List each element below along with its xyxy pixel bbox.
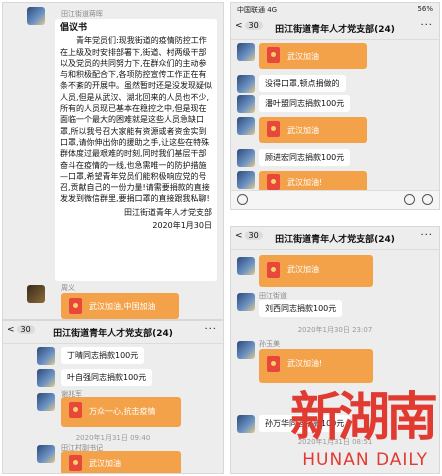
watermark-logo: 新湖南: [289, 387, 438, 448]
red-envelope-icon: [69, 455, 82, 471]
red-envelope-icon: [267, 47, 280, 63]
red-packet-text: 武汉加油!: [287, 178, 323, 187]
red-packet-text: 武汉加油!: [287, 359, 323, 368]
more-icon[interactable]: ···: [420, 230, 433, 241]
emoji-icon[interactable]: [404, 194, 415, 205]
chat-header: <30 田江街道青年人才党支部(24) ···: [3, 321, 223, 344]
red-packet-text: 武汉加油: [287, 265, 319, 274]
avatar[interactable]: [27, 7, 45, 25]
plus-icon[interactable]: [422, 194, 433, 205]
sender-name: 田江街道蒋晖: [61, 10, 103, 18]
red-packet-text: 武汉加油: [287, 52, 319, 61]
red-packet[interactable]: 武汉加油,中国加油: [61, 293, 179, 319]
chat-title: 田江街道青年人才党支部(24): [53, 329, 173, 339]
avatar[interactable]: [237, 415, 255, 433]
avatar[interactable]: [237, 43, 255, 61]
message-bubble[interactable]: 刘西同志捐款100元: [259, 300, 343, 317]
status-bar: 中国联通 4G 56%: [231, 3, 439, 17]
sender-name: 孙玉美: [259, 340, 280, 348]
voice-icon[interactable]: [237, 194, 248, 205]
red-packet[interactable]: 武汉加油: [259, 255, 373, 287]
red-packet-text: 武汉加油: [287, 126, 319, 135]
timestamp: 2020年1月31日 09:40: [75, 434, 151, 442]
carrier: 中国联通 4G: [237, 6, 278, 14]
avatar[interactable]: [237, 149, 255, 167]
red-packet[interactable]: 武汉加油: [259, 117, 367, 143]
proposal-title: 倡议书: [60, 23, 88, 33]
more-icon[interactable]: ···: [204, 324, 217, 335]
avatar[interactable]: [37, 393, 55, 411]
chat-title: 田江街道青年人才党支部(24): [275, 25, 395, 35]
input-toolbar: [231, 190, 439, 209]
red-envelope-icon: [267, 262, 280, 278]
more-icon[interactable]: ···: [420, 20, 433, 31]
avatar[interactable]: [37, 445, 55, 463]
sender-name: 周义: [61, 284, 75, 292]
avatar[interactable]: [237, 95, 255, 113]
proposal-date: 2020年1月30日: [152, 221, 212, 231]
red-envelope-icon: [267, 174, 280, 190]
battery: 56%: [417, 5, 433, 13]
avatar[interactable]: [27, 285, 45, 303]
proposal-body: 青年党员们:现我街道的疫情防控工作在上级及时安排部署下,街道、村两级干部以及党员…: [60, 36, 212, 204]
message-bubble[interactable]: 没得口罩,顿点捐做的: [259, 75, 346, 92]
red-packet-text: 武汉加油: [89, 459, 121, 468]
message-bubble[interactable]: 顾进宏同志捐款100元: [259, 149, 351, 166]
chat-header: <30 田江街道青年人才党支部(24) ···: [231, 17, 439, 40]
proposal-signature: 田江街道青年人才党支部: [124, 207, 212, 217]
red-packet[interactable]: 万众一心,抗击疫情: [61, 397, 181, 427]
chat-title: 田江街道青年人才党支部(24): [275, 235, 395, 245]
message-bubble[interactable]: 潘叶盟同志捐款100元: [259, 95, 351, 112]
timestamp: 2020年1月30日 23:07: [297, 326, 373, 334]
message-bubble[interactable]: 叶自强同志捐款100元: [61, 369, 153, 386]
red-envelope-icon: [69, 402, 82, 418]
chat-panel-proposal: 田江街道蒋晖 倡议书 青年党员们:现我街道的疫情防控工作在上级及时安排部署下,街…: [2, 2, 224, 320]
red-packet[interactable]: 武汉加油: [259, 43, 367, 69]
watermark-text: HUNAN DAILY: [302, 450, 428, 470]
red-packet[interactable]: 武汉加油!: [259, 349, 373, 383]
message-bubble[interactable]: 丁晴同志捐款100元: [61, 347, 145, 364]
red-envelope-icon: [267, 356, 280, 372]
proposal-message[interactable]: 倡议书 青年党员们:现我街道的疫情防控工作在上级及时安排部署下,街道、村两级干部…: [55, 19, 217, 281]
avatar[interactable]: [237, 75, 255, 93]
avatar[interactable]: [237, 171, 255, 189]
red-packet-text: 万众一心,抗击疫情: [89, 407, 156, 416]
avatar[interactable]: [37, 347, 55, 365]
red-envelope-icon: [69, 298, 82, 314]
chat-panel-donations-3: <30 田江街道青年人才党支部(24) ··· 丁晴同志捐款100元 叶自强同志…: [2, 320, 224, 474]
red-packet-text: 武汉加油,中国加油: [89, 302, 156, 311]
avatar[interactable]: [237, 293, 255, 311]
red-envelope-icon: [267, 121, 280, 137]
avatar[interactable]: [37, 369, 55, 387]
avatar[interactable]: [237, 117, 255, 135]
red-packet[interactable]: 武汉加油: [61, 451, 181, 473]
avatar[interactable]: [237, 257, 255, 275]
chat-panel-donations-1: 中国联通 4G 56% <30 田江街道青年人才党支部(24) ··· 武汉加油…: [230, 2, 440, 210]
chat-header: <30 田江街道青年人才党支部(24) ···: [231, 227, 439, 250]
avatar[interactable]: [237, 341, 255, 359]
